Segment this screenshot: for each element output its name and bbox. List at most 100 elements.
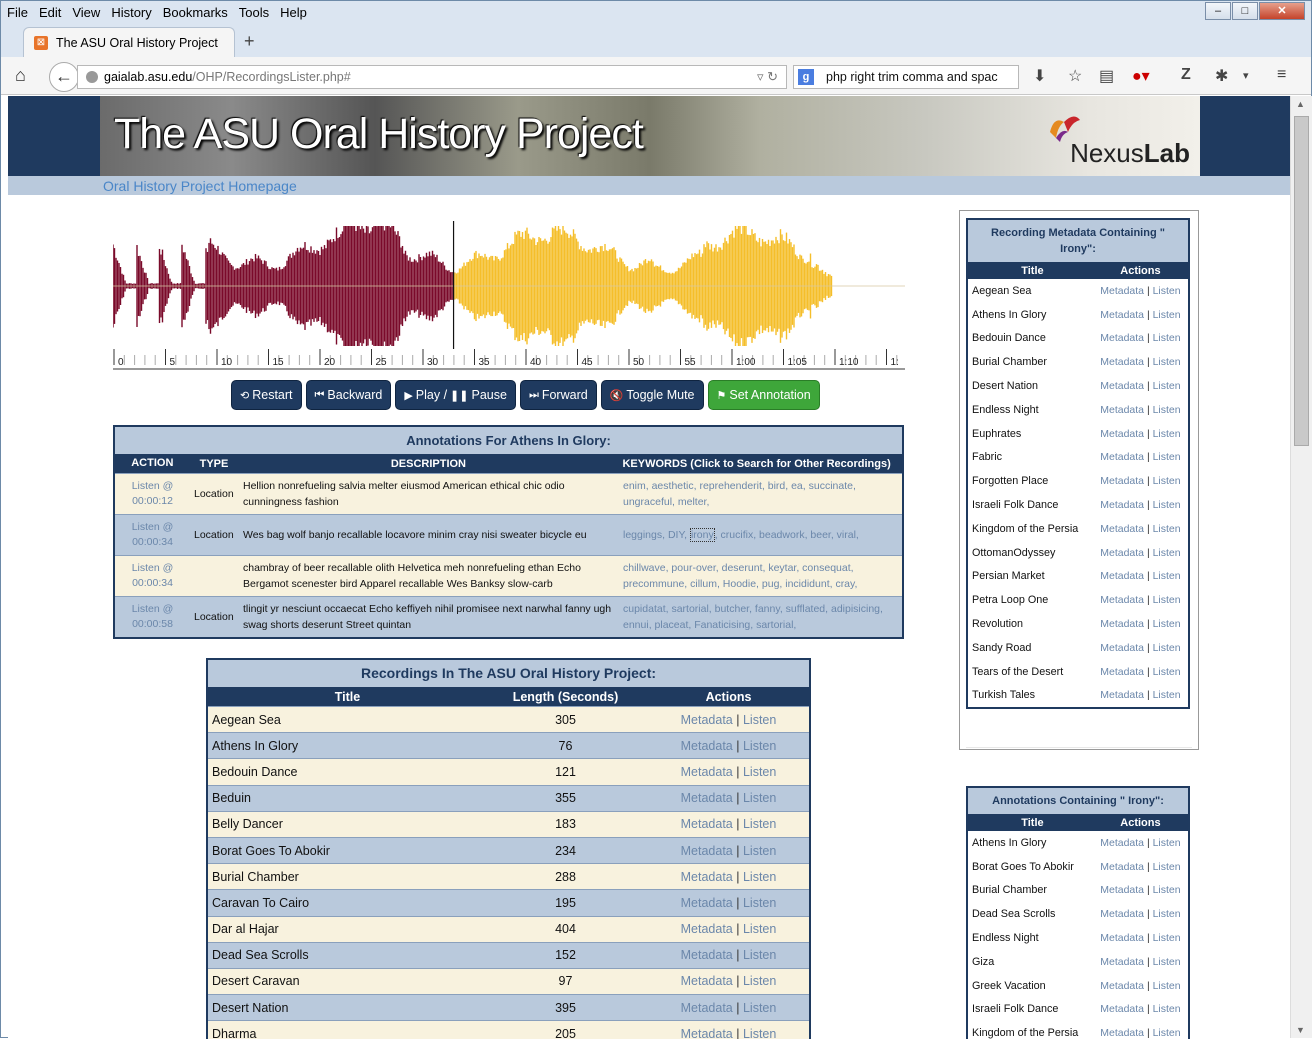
listen-link[interactable]: Listen	[1153, 1003, 1181, 1015]
menu-help[interactable]: Help	[280, 5, 307, 20]
listen-at-link[interactable]: Listen @ 00:00:58	[115, 602, 190, 632]
metadata-link[interactable]: Metadata	[1100, 499, 1144, 511]
listen-link[interactable]: Listen	[1153, 666, 1181, 678]
scroll-down-icon[interactable]: ▼	[1296, 1025, 1305, 1035]
annotation-keywords[interactable]: enim, aesthetic, reprehenderit, bird, ea…	[620, 478, 902, 510]
metadata-link[interactable]: Metadata	[681, 1027, 733, 1039]
metadata-link[interactable]: Metadata	[1100, 642, 1144, 654]
adblock-icon[interactable]: ●▾	[1132, 66, 1150, 86]
back-icon[interactable]: ←	[49, 62, 79, 92]
listen-link[interactable]: Listen	[743, 817, 776, 831]
metadata-link[interactable]: Metadata	[681, 713, 733, 727]
listen-link[interactable]: Listen	[1153, 980, 1181, 992]
menu-tools[interactable]: Tools	[239, 5, 269, 20]
metadata-link[interactable]: Metadata	[681, 844, 733, 858]
listen-at-link[interactable]: Listen @ 00:00:34	[115, 520, 190, 550]
listen-link[interactable]: Listen	[743, 974, 776, 988]
home-icon[interactable]: ⌂	[15, 65, 26, 86]
menu-bookmarks[interactable]: Bookmarks	[163, 5, 228, 20]
metadata-link[interactable]: Metadata	[1100, 428, 1144, 440]
keyword-highlighted[interactable]: irony	[689, 528, 715, 542]
listen-link[interactable]: Listen	[1153, 884, 1181, 896]
metadata-link[interactable]: Metadata	[1100, 837, 1144, 849]
menu-file[interactable]: File	[7, 5, 28, 20]
listen-link[interactable]: Listen	[1153, 285, 1181, 297]
listen-link[interactable]: Listen	[743, 870, 776, 884]
dropdown-icon[interactable]: ▾	[1243, 69, 1249, 82]
listen-link[interactable]: Listen	[743, 765, 776, 779]
listen-link[interactable]: Listen	[743, 922, 776, 936]
metadata-link[interactable]: Metadata	[681, 870, 733, 884]
search-input[interactable]: g php right trim comma and spac	[793, 65, 1019, 89]
page-scrollbar[interactable]: ▲ ▼	[1290, 96, 1312, 1038]
listen-link[interactable]: Listen	[1153, 837, 1181, 849]
metadata-link[interactable]: Metadata	[1100, 594, 1144, 606]
listen-link[interactable]: Listen	[1153, 475, 1181, 487]
metadata-link[interactable]: Metadata	[1100, 1003, 1144, 1015]
metadata-link[interactable]: Metadata	[681, 791, 733, 805]
metadata-link[interactable]: Metadata	[1100, 332, 1144, 344]
listen-link[interactable]: Listen	[1153, 956, 1181, 968]
metadata-link[interactable]: Metadata	[1100, 932, 1144, 944]
maximize-button[interactable]: □	[1232, 2, 1258, 20]
listen-link[interactable]: Listen	[1153, 1027, 1181, 1039]
metadata-link[interactable]: Metadata	[681, 974, 733, 988]
metadata-link[interactable]: Metadata	[1100, 475, 1144, 487]
play-pause-button[interactable]: ▶ Play / ❚❚ Pause	[395, 380, 516, 410]
metadata-link[interactable]: Metadata	[1100, 404, 1144, 416]
listen-link[interactable]: Listen	[1153, 451, 1181, 463]
listen-link[interactable]: Listen	[1153, 380, 1181, 392]
metadata-link[interactable]: Metadata	[1100, 356, 1144, 368]
listen-link[interactable]: Listen	[1153, 570, 1181, 582]
metadata-link[interactable]: Metadata	[1100, 523, 1144, 535]
reading-list-icon[interactable]: ▤	[1099, 66, 1114, 86]
metadata-link[interactable]: Metadata	[681, 817, 733, 831]
metadata-link[interactable]: Metadata	[681, 948, 733, 962]
listen-at-link[interactable]: Listen @ 00:00:12	[115, 479, 190, 509]
listen-link[interactable]: Listen	[1153, 618, 1181, 630]
listen-link[interactable]: Listen	[743, 739, 776, 753]
restart-button[interactable]: ⟲ Restart	[231, 380, 302, 410]
listen-link[interactable]: Listen	[743, 844, 776, 858]
listen-link[interactable]: Listen	[1153, 594, 1181, 606]
listen-link[interactable]: Listen	[1153, 932, 1181, 944]
metadata-link[interactable]: Metadata	[1100, 980, 1144, 992]
listen-link[interactable]: Listen	[1153, 428, 1181, 440]
metadata-link[interactable]: Metadata	[681, 739, 733, 753]
metadata-link[interactable]: Metadata	[681, 922, 733, 936]
listen-link[interactable]: Listen	[1153, 499, 1181, 511]
audio-waveform[interactable]: 0 5 10 15 20 25 30 35 40 45 50 55 1:00 1:05 1:10 1:	[113, 221, 905, 371]
new-tab-icon[interactable]: +	[244, 31, 255, 52]
forward-button[interactable]: ⏭ Forward	[519, 380, 597, 410]
listen-link[interactable]: Listen	[1153, 908, 1181, 920]
listen-link[interactable]: Listen	[743, 896, 776, 910]
listen-link[interactable]: Listen	[1153, 356, 1181, 368]
annotation-keywords[interactable]: chillwave, pour-over, deserunt, keytar, …	[620, 560, 902, 592]
listen-link[interactable]: Listen	[743, 713, 776, 727]
scroll-up-icon[interactable]: ▲	[1296, 99, 1305, 109]
metadata-link[interactable]: Metadata	[1100, 666, 1144, 678]
set-annotation-button[interactable]: ⚑ Set Annotation	[707, 380, 820, 410]
homepage-link[interactable]: Oral History Project Homepage	[103, 178, 297, 194]
metadata-link[interactable]: Metadata	[1100, 618, 1144, 630]
minimize-button[interactable]: –	[1205, 2, 1231, 20]
metadata-link[interactable]: Metadata	[681, 896, 733, 910]
metadata-link[interactable]: Metadata	[1100, 956, 1144, 968]
metadata-link[interactable]: Metadata	[1100, 380, 1144, 392]
metadata-link[interactable]: Metadata	[1100, 570, 1144, 582]
metadata-link[interactable]: Metadata	[1100, 884, 1144, 896]
download-icon[interactable]: ⬇	[1033, 66, 1046, 86]
hamburger-menu-icon[interactable]: ≡	[1277, 66, 1286, 84]
listen-link[interactable]: Listen	[1153, 547, 1181, 559]
scrollbar-thumb[interactable]	[1294, 116, 1309, 446]
keywords-before[interactable]: leggings, DIY,	[623, 529, 690, 541]
listen-link[interactable]: Listen	[743, 1027, 776, 1039]
annotation-keywords[interactable]: cupidatat, sartorial, butcher, fanny, su…	[620, 601, 902, 633]
listen-link[interactable]: Listen	[1153, 309, 1181, 321]
metadata-link[interactable]: Metadata	[1100, 908, 1144, 920]
metadata-link[interactable]: Metadata	[1100, 861, 1144, 873]
listen-link[interactable]: Listen	[1153, 861, 1181, 873]
close-button[interactable]: ✕	[1259, 2, 1305, 20]
bookmark-star-icon[interactable]: ☆	[1068, 66, 1082, 86]
listen-link[interactable]: Listen	[1153, 332, 1181, 344]
